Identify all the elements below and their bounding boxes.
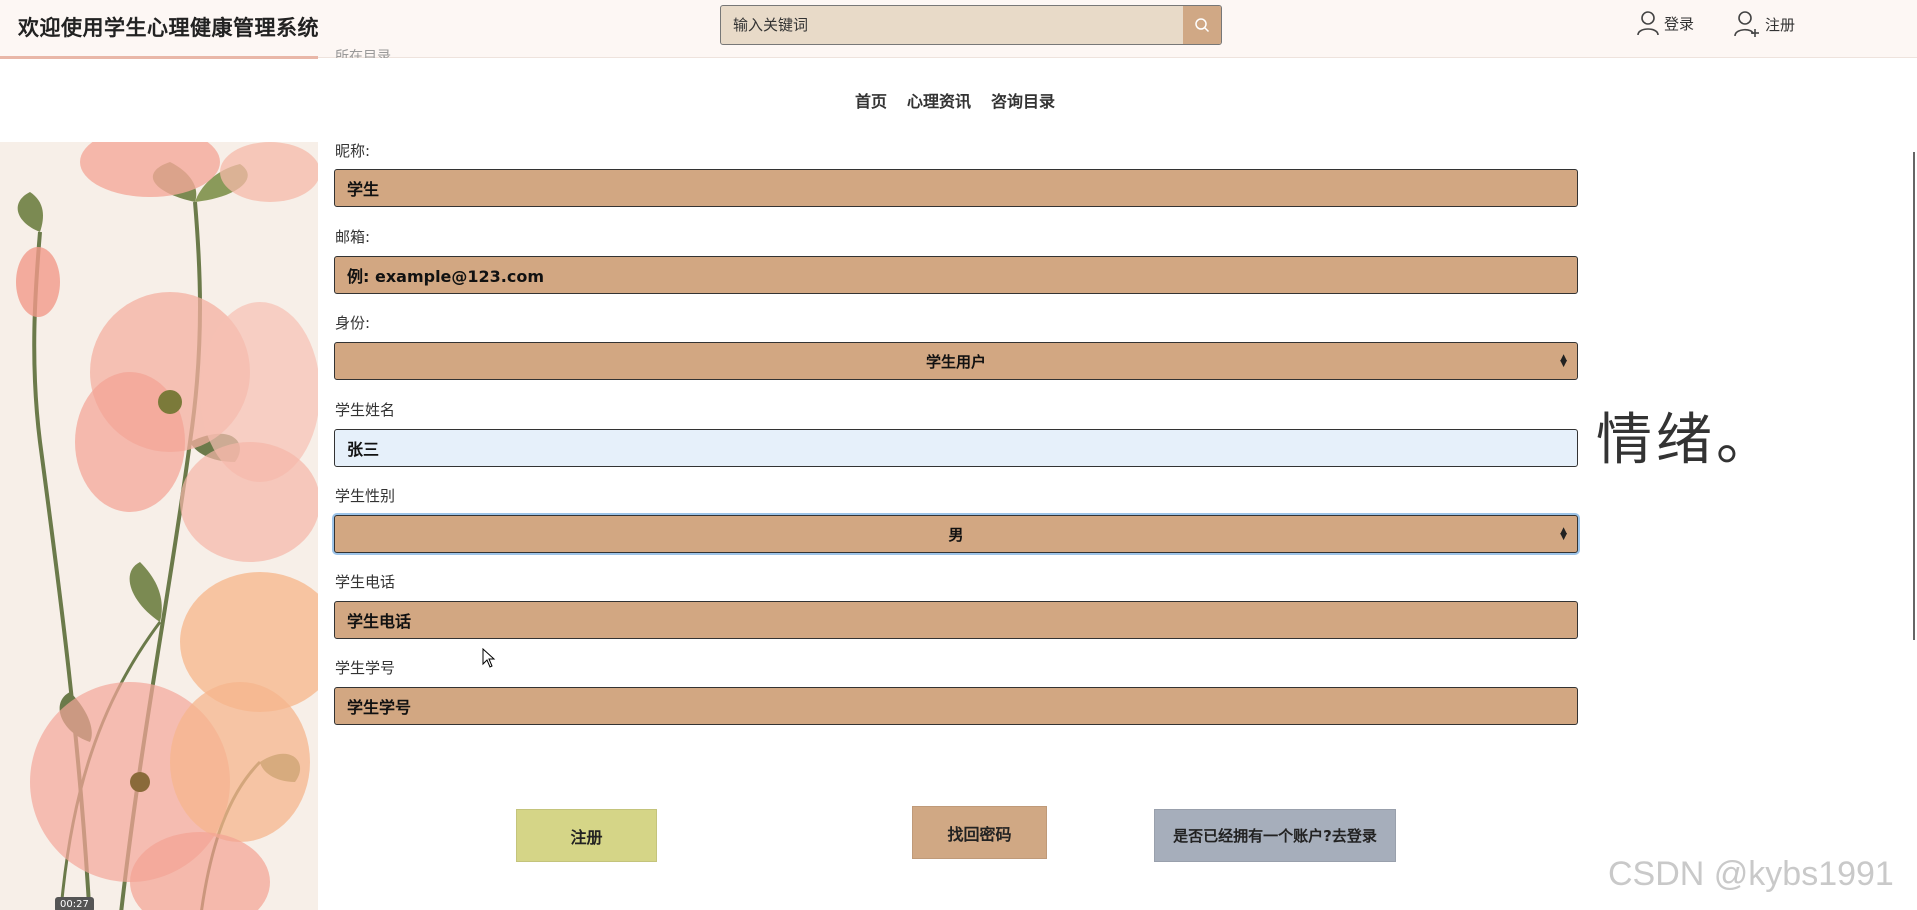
login-label: 登录 — [1664, 14, 1695, 33]
search-input[interactable] — [721, 6, 1183, 44]
student-id-field[interactable]: 学生学号 — [334, 687, 1578, 725]
login-link[interactable]: 登录 — [1636, 10, 1694, 36]
email-field[interactable]: 例: example@123.com — [334, 256, 1578, 294]
student-phone-label: 学生电话 — [335, 573, 396, 591]
nav-item-psych-news[interactable]: 心理资讯 — [907, 88, 971, 112]
add-user-icon — [1734, 11, 1759, 37]
nickname-field[interactable]: 学生 — [334, 169, 1578, 207]
top-header: 欢迎使用学生心理健康管理系统 登录 注册 — [0, 0, 1917, 58]
nav-item-home[interactable]: 首页 — [855, 88, 887, 112]
site-title: 欢迎使用学生心理健康管理系统 — [18, 16, 319, 40]
main-nav: 首页 心理资讯 咨询目录 — [855, 88, 1055, 112]
select-arrows-icon: ▲ ▼ — [1560, 353, 1567, 369]
select-arrows-icon: ▲ ▼ — [1560, 526, 1567, 542]
go-login-button[interactable]: 是否已经拥有一个账户?去登录 — [1154, 809, 1396, 862]
mood-handwriting: 情绪。 — [1596, 408, 1776, 473]
user-icon — [1637, 11, 1659, 36]
role-label: 身份: — [335, 314, 371, 332]
student-gender-label: 学生性别 — [335, 487, 396, 505]
header-decor-strip — [0, 56, 318, 59]
register-label: 注册 — [1765, 15, 1796, 34]
register-button[interactable]: 注册 — [516, 809, 657, 862]
nav-item-consult-catalog[interactable]: 咨询目录 — [991, 88, 1055, 112]
scrollbar[interactable] — [1913, 152, 1915, 640]
search-button[interactable] — [1183, 6, 1221, 44]
video-timestamp: 00:27 — [55, 897, 94, 910]
mouse-cursor-icon — [482, 648, 496, 668]
student-id-label: 学生学号 — [335, 659, 396, 677]
breadcrumb-faded: 所在目录 — [335, 49, 391, 58]
email-label: 邮箱: — [335, 228, 371, 246]
student-gender-select[interactable]: 男 ▲ ▼ — [334, 515, 1578, 553]
role-select[interactable]: 学生用户 ▲ ▼ — [334, 342, 1578, 380]
search-icon — [1195, 18, 1210, 33]
flower-illustration — [0, 142, 318, 910]
nickname-label: 昵称: — [335, 142, 371, 160]
gender-select-value: 男 — [948, 525, 964, 544]
csdn-watermark: CSDN @kybs1991 — [1608, 855, 1894, 893]
student-phone-field[interactable]: 学生电话 — [334, 601, 1578, 639]
flower-image: 00:27 — [0, 142, 318, 910]
recover-password-button[interactable]: 找回密码 — [912, 806, 1047, 859]
search-box — [720, 5, 1222, 45]
student-name-label: 学生姓名 — [335, 401, 396, 419]
role-select-value: 学生用户 — [925, 352, 986, 371]
register-link[interactable]: 注册 — [1733, 10, 1795, 38]
student-name-field[interactable]: 张三 — [334, 429, 1578, 467]
